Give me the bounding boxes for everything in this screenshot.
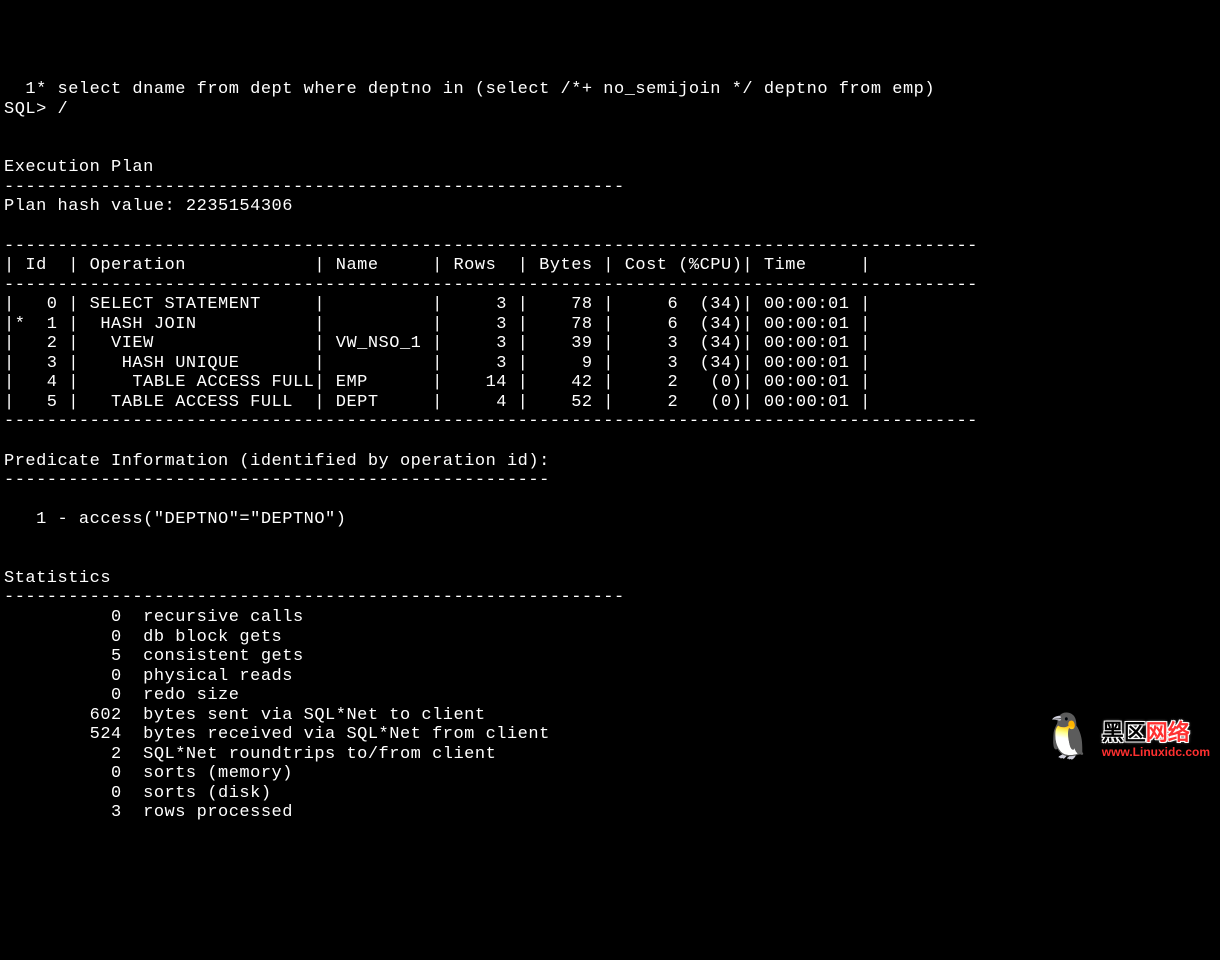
stat-line: 0 redo size [4,686,239,705]
stat-line: 0 db block gets [4,628,282,647]
sql-query-line: 1* select dname from dept where deptno i… [4,80,935,99]
execution-plan-header: Execution Plan [4,158,154,177]
plan-row: | 3 | HASH UNIQUE | | 3 | 9 | 3 (34)| 00… [4,354,871,373]
tux-penguin-icon: 🐧 [1040,718,1095,762]
plan-row: | 2 | VIEW | VW_NSO_1 | 3 | 39 | 3 (34)|… [4,334,871,353]
watermark-url: www.Linuxidc.com [1102,746,1210,760]
watermark-title: 黑区网络 [1102,720,1190,745]
separator-line: ----------------------------------------… [4,178,625,197]
table-border-top: ----------------------------------------… [4,237,978,256]
stat-line: 5 consistent gets [4,647,304,666]
predicate-info-header: Predicate Information (identified by ope… [4,452,550,471]
terminal-output: 1* select dname from dept where deptno i… [4,80,1216,823]
plan-row: | 0 | SELECT STATEMENT | | 3 | 78 | 6 (3… [4,295,871,314]
stat-line: 524 bytes received via SQL*Net from clie… [4,725,550,744]
stat-line: 0 sorts (disk) [4,784,272,803]
stat-line: 0 physical reads [4,667,293,686]
plan-hash-value: Plan hash value: 2235154306 [4,197,293,216]
plan-row: |* 1 | HASH JOIN | | 3 | 78 | 6 (34)| 00… [4,315,871,334]
table-border-mid: ----------------------------------------… [4,276,978,295]
stat-line: 602 bytes sent via SQL*Net to client [4,706,486,725]
stat-line: 0 sorts (memory) [4,764,293,783]
predicate-access-line: 1 - access("DEPTNO"="DEPTNO") [4,510,346,529]
plan-row: | 4 | TABLE ACCESS FULL| EMP | 14 | 42 |… [4,373,871,392]
separator-line: ----------------------------------------… [4,588,625,607]
stat-line: 2 SQL*Net roundtrips to/from client [4,745,496,764]
stat-line: 3 rows processed [4,803,293,822]
statistics-header: Statistics [4,569,111,588]
plan-row: | 5 | TABLE ACCESS FULL | DEPT | 4 | 52 … [4,393,871,412]
watermark: 🐧 黑区网络 www.Linuxidc.com [1040,718,1210,762]
stat-line: 0 recursive calls [4,608,304,627]
separator-line: ----------------------------------------… [4,471,550,490]
table-header-row: | Id | Operation | Name | Rows | Bytes |… [4,256,871,275]
sql-prompt-line: SQL> / [4,100,68,119]
watermark-text-block: 黑区网络 www.Linuxidc.com [1102,720,1210,759]
table-border-bottom: ----------------------------------------… [4,412,978,431]
